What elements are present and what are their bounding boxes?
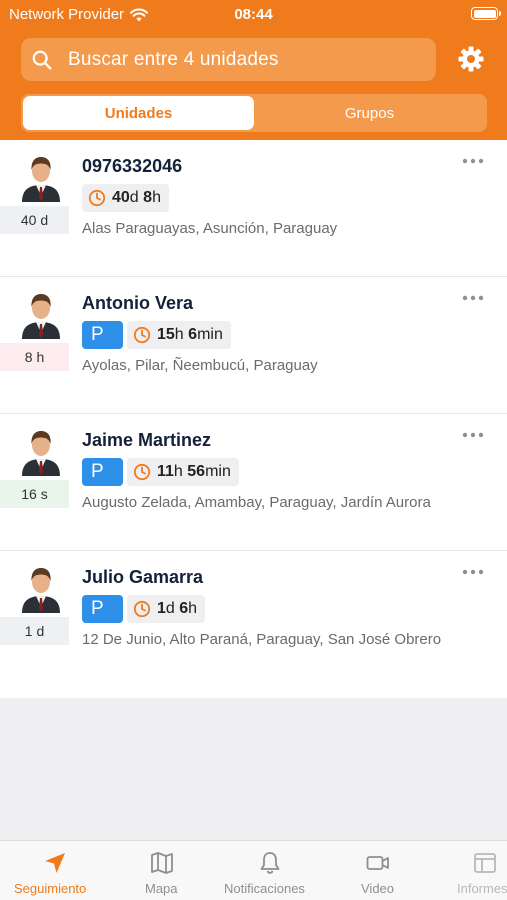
clock-icon bbox=[133, 600, 151, 618]
tab-map[interactable]: Mapa bbox=[120, 841, 205, 900]
tab-groups[interactable]: Grupos bbox=[254, 96, 485, 130]
last-update-badge: 8 h bbox=[0, 343, 69, 371]
battery-icon bbox=[471, 7, 501, 20]
unit-list-item[interactable]: 8 h Antonio Vera P 15h 6min Ayolas, Pila… bbox=[0, 277, 507, 414]
units-list: 40 d 0976332046 40d 8h Alas Paraguayas, … bbox=[0, 140, 507, 698]
clock-icon bbox=[133, 463, 151, 481]
unit-list-item[interactable]: 16 s Jaime Martinez P 11h 56min Augusto … bbox=[0, 414, 507, 551]
duration-text: 1d 6h bbox=[157, 600, 198, 617]
search-placeholder: Buscar entre 4 unidades bbox=[68, 48, 279, 70]
map-icon bbox=[151, 852, 173, 874]
duration-chip: 15h 6min bbox=[127, 321, 231, 349]
more-options-icon[interactable] bbox=[461, 156, 485, 166]
status-chips: P 1d 6h bbox=[82, 595, 206, 623]
tab-tracking[interactable]: Seguimiento bbox=[0, 841, 110, 900]
duration-chip: 11h 56min bbox=[127, 458, 239, 486]
tab-label-map: Mapa bbox=[145, 881, 178, 896]
tab-video[interactable]: Video bbox=[335, 841, 420, 900]
unit-address: Augusto Zelada, Amambay, Paraguay, Jardí… bbox=[82, 494, 431, 511]
clock-icon bbox=[88, 189, 106, 207]
unit-list-item[interactable]: 40 d 0976332046 40d 8h Alas Paraguayas, … bbox=[0, 140, 507, 277]
unit-list-item[interactable]: 1 d Julio Gamarra P 1d 6h 12 De Junio, A… bbox=[0, 551, 507, 698]
status-chips: P 15h 6min bbox=[82, 321, 231, 349]
user-avatar-icon bbox=[22, 157, 60, 202]
tab-bar: Seguimiento Mapa Notificaciones Video In… bbox=[0, 840, 507, 900]
bell-icon bbox=[260, 852, 280, 874]
parking-badge: P bbox=[82, 595, 123, 623]
unit-name: Jaime Martinez bbox=[82, 430, 212, 450]
user-avatar-icon bbox=[22, 294, 60, 339]
tab-label-tracking: Seguimiento bbox=[14, 881, 87, 896]
tab-label-notifications: Notificaciones bbox=[224, 881, 305, 896]
unit-name: Antonio Vera bbox=[82, 293, 194, 313]
more-options-icon[interactable] bbox=[461, 567, 485, 577]
status-bar: Network Provider 08:44 bbox=[0, 0, 507, 28]
tab-notifications[interactable]: Notificaciones bbox=[215, 841, 325, 900]
tab-units[interactable]: Unidades bbox=[23, 96, 254, 130]
duration-text: 11h 56min bbox=[157, 463, 231, 480]
unit-address: Alas Paraguayas, Asunción, Paraguay bbox=[82, 220, 338, 237]
duration-chip: 40d 8h bbox=[82, 184, 169, 212]
unit-address: Ayolas, Pilar, Ñeembucú, Paraguay bbox=[82, 357, 318, 374]
duration-text: 15h 6min bbox=[157, 326, 223, 343]
search-icon bbox=[32, 50, 52, 69]
last-update-badge: 1 d bbox=[0, 617, 69, 645]
status-chips: 40d 8h bbox=[82, 184, 169, 212]
top-header: Network Provider 08:44 Buscar entre 4 un… bbox=[0, 0, 507, 140]
report-table-icon bbox=[474, 853, 496, 873]
tab-reports[interactable]: Informes bbox=[440, 841, 507, 900]
search-input[interactable]: Buscar entre 4 unidades bbox=[21, 38, 436, 81]
more-options-icon[interactable] bbox=[461, 293, 485, 303]
duration-text: 40d 8h bbox=[112, 189, 161, 206]
video-camera-icon bbox=[366, 856, 389, 870]
unit-name: Julio Gamarra bbox=[82, 567, 204, 587]
unit-address: 12 De Junio, Alto Paraná, Paraguay, San … bbox=[82, 631, 442, 648]
last-update-badge: 16 s bbox=[0, 480, 69, 508]
unit-name: 0976332046 bbox=[82, 156, 183, 176]
tab-label-reports: Informes bbox=[457, 881, 507, 896]
user-avatar-icon bbox=[22, 568, 60, 613]
navigation-arrow-icon bbox=[45, 853, 65, 873]
user-avatar-icon bbox=[22, 431, 60, 476]
clock-icon bbox=[133, 326, 151, 344]
gear-icon[interactable] bbox=[456, 44, 486, 74]
tab-label-video: Video bbox=[361, 881, 395, 896]
parking-badge: P bbox=[82, 458, 123, 486]
status-time: 08:44 bbox=[234, 6, 273, 23]
parking-badge: P bbox=[82, 321, 123, 349]
more-options-icon[interactable] bbox=[461, 430, 485, 440]
units-groups-switch: Unidades Grupos bbox=[21, 94, 487, 132]
duration-chip: 1d 6h bbox=[127, 595, 206, 623]
last-update-badge: 40 d bbox=[0, 206, 69, 234]
status-chips: P 11h 56min bbox=[82, 458, 239, 486]
